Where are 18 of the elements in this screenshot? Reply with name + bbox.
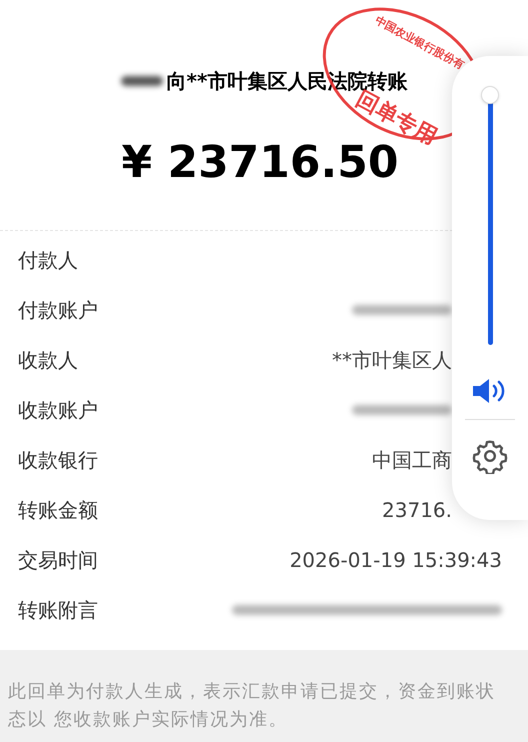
stamp-text: 中国农业银行股份有 (372, 12, 467, 72)
field-label: 付款人 (18, 247, 78, 274)
field-label: 交易时间 (18, 547, 98, 574)
field-value: 中国工商 (372, 447, 452, 474)
field-label: 收款银行 (18, 447, 98, 474)
field-label: 转账金额 (18, 497, 98, 524)
field-label: 付款账户 (18, 297, 98, 324)
redacted-blur (120, 76, 163, 86)
field-value: 23716. (382, 497, 452, 524)
field-value: **市叶集区人 (332, 347, 452, 374)
slider-thumb[interactable] (481, 86, 499, 104)
amount: ¥ 23716.50 (122, 136, 400, 190)
settings-icon[interactable] (472, 438, 508, 474)
field-label: 收款账户 (18, 397, 98, 424)
field-label: 转账附言 (18, 597, 98, 624)
field-value: 2026-01-19 15:39:43 (290, 547, 502, 574)
footer-note: 此回单为付款人生成，表示汇款申请已提交，资金到账状态以 您收款账户实际情况为准。 (8, 680, 496, 732)
field-label: 收款人 (18, 347, 78, 374)
